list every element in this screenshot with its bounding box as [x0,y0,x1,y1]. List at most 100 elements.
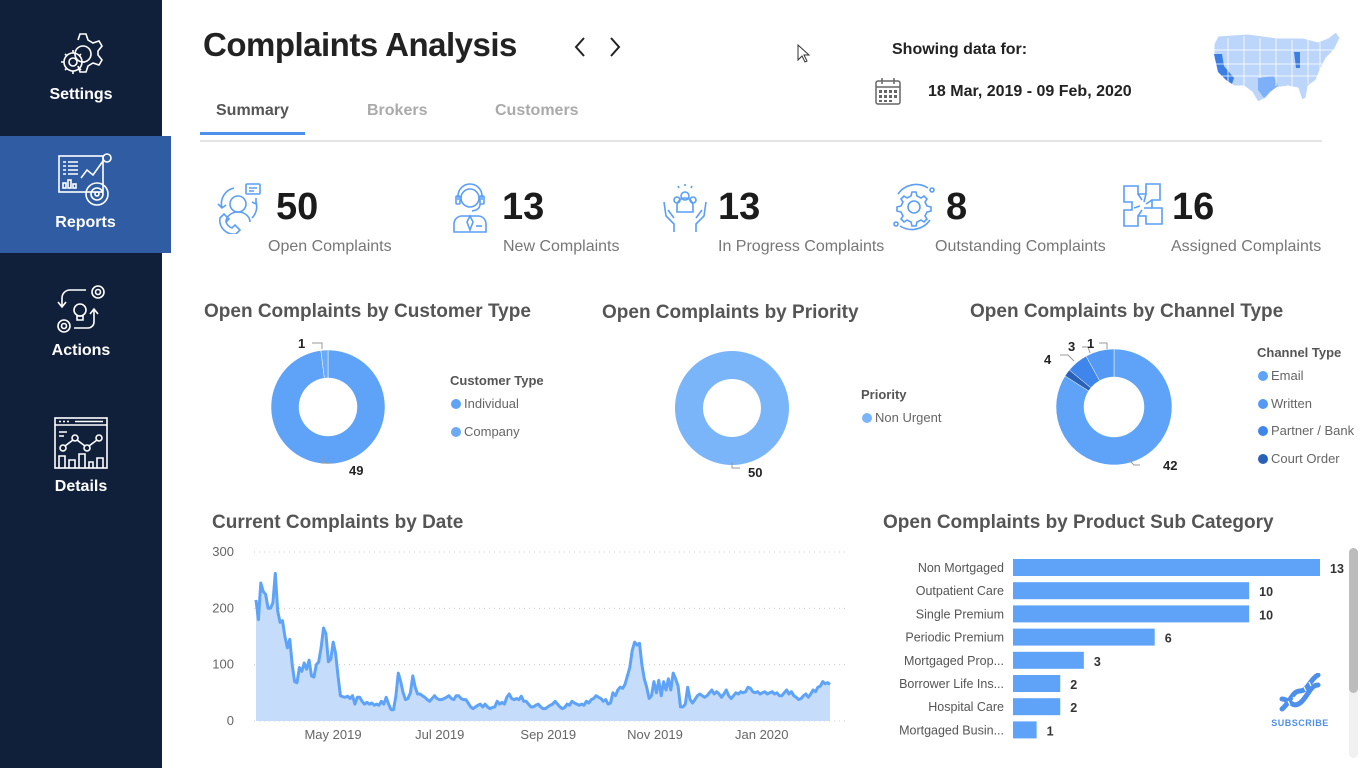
x-tick-label: Jul 2019 [415,727,464,742]
legend-item-non-urgent[interactable]: Non Urgent [862,410,941,425]
kpi-label: Assigned Complaints [1171,238,1322,255]
sidebar-item-details[interactable]: Details [0,416,162,496]
analytics-window-icon [54,417,108,469]
legend-title: Channel Type [1257,345,1342,360]
sidebar-item-actions[interactable]: Actions [0,282,162,360]
bar[interactable] [1013,675,1061,692]
showing-data-label: Showing data for: [892,41,1028,58]
leader-line [1099,342,1108,349]
scrollbar-thumb[interactable] [1349,548,1358,693]
series-line[interactable] [254,571,831,712]
legend-item-company[interactable]: Company [451,424,520,439]
chevron-right-icon [610,37,621,57]
subscribe-button[interactable]: SUBSCRIBE [1270,672,1330,728]
legend-label: Email [1271,368,1304,383]
sidebar: Settings Reports Actions Details [0,0,171,768]
chart-title-complaints-by-date: Current Complaints by Date [212,512,464,533]
bar[interactable] [1013,698,1061,716]
y-tick-label: 0 [227,713,234,728]
bar-value-label: 10 [1259,608,1273,622]
donut-chart-channel-type[interactable] [1044,337,1184,477]
joined-hands-icon [1123,183,1163,227]
chart-title-priority: Open Complaints by Priority [602,302,859,323]
x-tick-label: Nov 2019 [627,727,683,742]
sidebar-item-label: Reports [55,214,116,231]
report-dashboard-icon [57,153,112,206]
tab-customers[interactable]: Customers [479,102,595,132]
bar[interactable] [1013,582,1250,600]
category-label: Mortgaged Busin... [899,723,1004,737]
legend-label: Non Urgent [875,410,942,425]
category-label: Single Premium [916,607,1004,621]
tab-brokers[interactable]: Brokers [351,102,443,132]
bar[interactable] [1013,605,1250,623]
process-idea-icon [57,285,105,333]
bar-value-label: 10 [1259,585,1273,599]
date-range: 18 Mar, 2019 - 09 Feb, 2020 [928,83,1132,100]
area-chart-complaints-by-date[interactable]: 0 100 200 300 May 2019 Jul 2019 Sep 2019 Nov 20… [200,540,850,750]
legend-item-court-order[interactable]: Court Order [1258,451,1340,466]
category-label: Mortgaged Prop... [904,654,1004,668]
legend-item-individual[interactable]: Individual [451,396,519,411]
bar-value-label: 2 [1070,678,1077,692]
bar[interactable] [1013,651,1084,669]
bar-value-label: 6 [1165,632,1172,646]
bar-value-label: 3 [1094,655,1101,669]
category-label: Borrower Life Ins... [899,677,1004,691]
data-label-partner-bank: 3 [1068,339,1076,354]
legend-title: Customer Type [450,373,544,388]
dashboard: Settings Reports Actions Details Complai… [0,0,1366,768]
kpi-label: Outstanding Complaints [935,238,1106,255]
sidebar-item-settings[interactable]: Settings [0,28,162,104]
category-label: Non Mortgaged [918,561,1004,575]
sidebar-item-reports[interactable]: Reports [0,136,171,253]
kpi-value: 13 [718,186,761,228]
legend-label: Written [1271,396,1312,411]
mouse-cursor-icon [797,44,811,63]
support-call-icon [217,183,261,234]
legend-dot [1258,425,1268,436]
area-fill [256,573,830,721]
chart-title-channel-type: Open Complaints by Channel Type [970,301,1284,322]
data-label-court-order: 1 [1087,336,1095,351]
legend-dot [1258,398,1268,409]
bar[interactable] [1013,559,1320,576]
bar-chart-scrollbar[interactable] [1349,548,1358,758]
legend-item-written[interactable]: Written [1258,396,1312,411]
legend-dot [1258,370,1268,381]
kpi-label: New Complaints [503,238,620,255]
chevron-left-icon [574,37,585,57]
subscribe-label: SUBSCRIBE [1271,718,1329,728]
leader-line [312,342,323,349]
donut-chart-priority[interactable] [662,338,802,478]
legend-item-partner-bank[interactable]: Partner / Bank [1258,423,1354,438]
cycle-gear-icon [893,183,935,231]
legend-item-email[interactable]: Email [1258,368,1304,383]
donut-slice-non-urgent[interactable] [674,351,789,465]
legend-label: Individual [464,396,519,411]
bar-value-label: 1 [1047,724,1054,738]
x-tick-label: Sep 2019 [520,727,576,742]
chart-title-customer-type: Open Complaints by Customer Type [204,301,531,322]
usa-map-icon[interactable] [1208,28,1348,108]
tab-bar: Summary Brokers Customers [200,100,1322,142]
kpi-value: 16 [1172,186,1215,228]
kpi-label: Open Complaints [268,238,392,255]
next-page-button[interactable] [605,34,625,60]
bar[interactable] [1013,721,1037,739]
legend-dot [451,398,461,409]
category-label: Periodic Premium [905,631,1004,645]
kpi-label: In Progress Complaints [718,238,885,255]
legend-dot [862,412,872,423]
donut-chart-customer-type[interactable] [260,335,400,475]
legend-label: Court Order [1271,451,1340,466]
team-hands-icon [663,184,707,232]
bar[interactable] [1013,628,1155,646]
tab-summary[interactable]: Summary [200,102,305,135]
sidebar-item-label: Details [54,478,108,495]
x-tick-label: Jan 2020 [735,727,789,742]
calendar-icon [875,78,901,105]
category-label: Outpatient Care [916,584,1004,598]
kpi-value: 13 [502,186,545,228]
previous-page-button[interactable] [570,34,590,60]
